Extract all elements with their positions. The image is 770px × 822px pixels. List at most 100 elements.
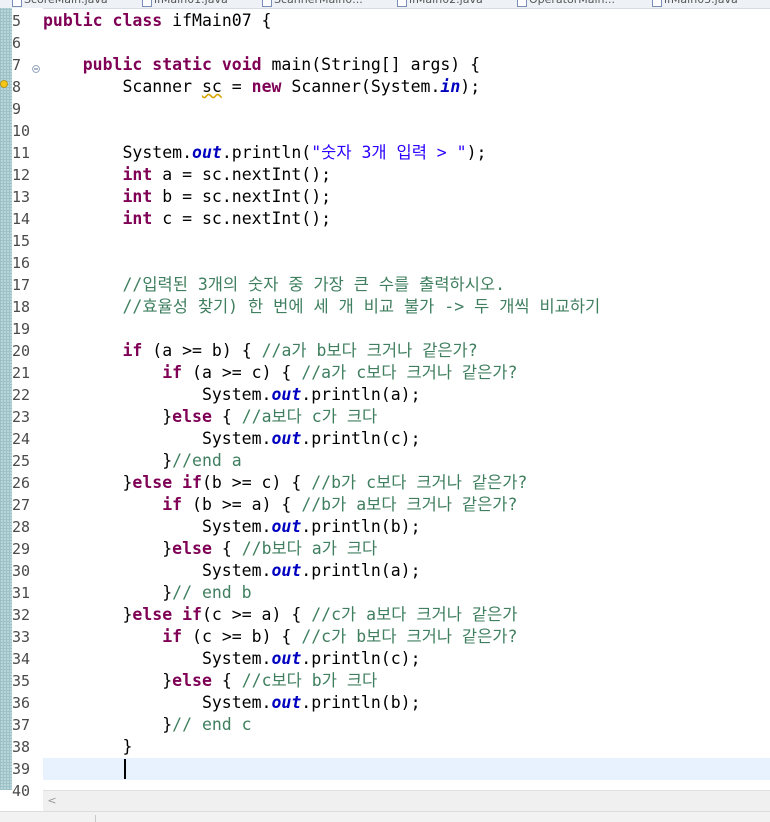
code-token: System. xyxy=(43,517,272,536)
code-token: //end a xyxy=(172,451,242,470)
scroll-left-arrow[interactable]: < xyxy=(43,792,61,810)
code-line[interactable] xyxy=(43,758,770,780)
code-line[interactable]: System.out.println(a); xyxy=(43,560,770,582)
code-token: else xyxy=(172,539,212,558)
code-token: } xyxy=(43,605,133,624)
code-line[interactable]: }else { //b보다 a가 크다 xyxy=(43,538,770,560)
line-number: 31 xyxy=(12,584,31,602)
code-line[interactable]: System.out.println("숫자 3개 입력 > "); xyxy=(43,142,770,164)
code-line[interactable]: public static void main(String[] args) { xyxy=(43,54,770,76)
code-token: if xyxy=(162,627,183,646)
code-line[interactable]: if (c >= b) { //c가 b보다 크거나 같은가? xyxy=(43,626,770,648)
code-line[interactable]: } xyxy=(43,736,770,758)
code-token: .println(c); xyxy=(301,429,421,448)
code-token: { xyxy=(211,539,242,558)
line-number: 18 xyxy=(12,298,31,316)
code-token: //효율성 찾기) 한 번에 세 개 비교 불가 -> 두 개씩 비교하기 xyxy=(122,297,601,316)
code-token: System. xyxy=(43,649,272,668)
code-line[interactable] xyxy=(43,252,770,274)
code-token: b = sc.nextInt(); xyxy=(152,187,332,206)
code-token: public class xyxy=(43,11,163,30)
code-line[interactable]: int b = sc.nextInt(); xyxy=(43,186,770,208)
line-number: 34 xyxy=(12,650,31,668)
line-number: 23 xyxy=(12,408,31,426)
code-token: new xyxy=(251,77,282,96)
code-line[interactable]: System.out.println(a); xyxy=(43,384,770,406)
line-number: 30 xyxy=(12,562,31,580)
line-number: 19 xyxy=(12,320,31,338)
code-line[interactable] xyxy=(43,120,770,142)
code-token: // end c xyxy=(172,715,252,734)
line-number: 32 xyxy=(12,606,31,624)
line-number: 15 xyxy=(12,232,31,250)
code-line[interactable]: public class ifMain07 { xyxy=(43,10,770,32)
code-token: (c >= a) { xyxy=(201,605,312,624)
overview-ruler[interactable] xyxy=(0,8,12,790)
code-token: out xyxy=(271,693,302,712)
quick-fix-warning-icon[interactable] xyxy=(0,80,9,89)
code-token: .println(a); xyxy=(301,561,421,580)
code-line[interactable]: System.out.println(c); xyxy=(43,648,770,670)
code-line[interactable]: Scanner sc = new Scanner(System.in); xyxy=(43,76,770,98)
code-token: } xyxy=(43,407,173,426)
code-token: out xyxy=(271,429,302,448)
line-number: 37 xyxy=(12,716,31,734)
code-token: out xyxy=(271,561,302,580)
code-line[interactable]: System.out.println(b); xyxy=(43,516,770,538)
code-line[interactable]: }else { //a보다 c가 크다 xyxy=(43,406,770,428)
code-line[interactable]: //입력된 3개의 숫자 중 가장 큰 수를 출력하시오. xyxy=(43,274,770,296)
code-token: int xyxy=(122,187,153,206)
code-token: } xyxy=(43,583,173,602)
code-token: } xyxy=(43,451,173,470)
code-line[interactable] xyxy=(43,98,770,120)
code-token: main(String[] args) { xyxy=(261,55,481,74)
code-token: out xyxy=(271,385,302,404)
horizontal-scrollbar[interactable]: < xyxy=(43,790,770,811)
line-number: 29 xyxy=(12,540,31,558)
code-line[interactable]: }else { //c보다 b가 크다 xyxy=(43,670,770,692)
code-line[interactable]: System.out.println(c); xyxy=(43,428,770,450)
line-number: 20 xyxy=(12,342,31,360)
code-token: ); xyxy=(460,77,481,96)
code-token: out xyxy=(192,143,222,162)
code-token: "숫자 3개 입력 > " xyxy=(311,143,467,162)
code-line[interactable] xyxy=(43,318,770,340)
code-line[interactable]: if (a >= b) { //a가 b보다 크거나 같은가? xyxy=(43,340,770,362)
code-token: else xyxy=(172,407,212,426)
code-token: { xyxy=(211,407,242,426)
line-number: 35 xyxy=(12,672,31,690)
code-line[interactable]: }// end c xyxy=(43,714,770,736)
code-token: System. xyxy=(43,693,272,712)
line-number: 8 xyxy=(12,78,22,96)
code-line[interactable]: }// end b xyxy=(43,582,770,604)
code-token: (a >= c) { xyxy=(182,363,302,382)
line-number: 13 xyxy=(12,188,31,206)
code-line[interactable]: int c = sc.nextInt(); xyxy=(43,208,770,230)
code-token: Scanner xyxy=(43,77,202,96)
code-token: //c가 a보다 크거나 같은가 xyxy=(311,605,518,624)
code-line[interactable]: if (b >= a) { //b가 a보다 크거나 같은가? xyxy=(43,494,770,516)
code-line[interactable]: int a = sc.nextInt(); xyxy=(43,164,770,186)
code-line[interactable]: System.out.println(b); xyxy=(43,692,770,714)
code-token: (b >= a) { xyxy=(182,495,302,514)
code-line[interactable]: //효율성 찾기) 한 번에 세 개 비교 불가 -> 두 개씩 비교하기 xyxy=(43,296,770,318)
text-caret xyxy=(124,759,126,779)
code-editor[interactable]: public class ifMain07 { public static vo… xyxy=(43,0,770,790)
code-token: out xyxy=(271,517,302,536)
code-line[interactable]: if (a >= c) { //a가 c보다 크거나 같은가? xyxy=(43,362,770,384)
code-line[interactable] xyxy=(43,32,770,54)
code-line[interactable]: }//end a xyxy=(43,450,770,472)
code-line[interactable]: }else if(c >= a) { //c가 a보다 크거나 같은가 xyxy=(43,604,770,626)
code-line[interactable]: }else if(b >= c) { //b가 c보다 크거나 같은가? xyxy=(43,472,770,494)
code-token: (c >= b) { xyxy=(182,627,302,646)
code-token: // end b xyxy=(172,583,252,602)
line-number: 28 xyxy=(12,518,31,536)
code-token: (b >= c) { xyxy=(201,473,312,492)
code-line[interactable] xyxy=(43,230,770,252)
